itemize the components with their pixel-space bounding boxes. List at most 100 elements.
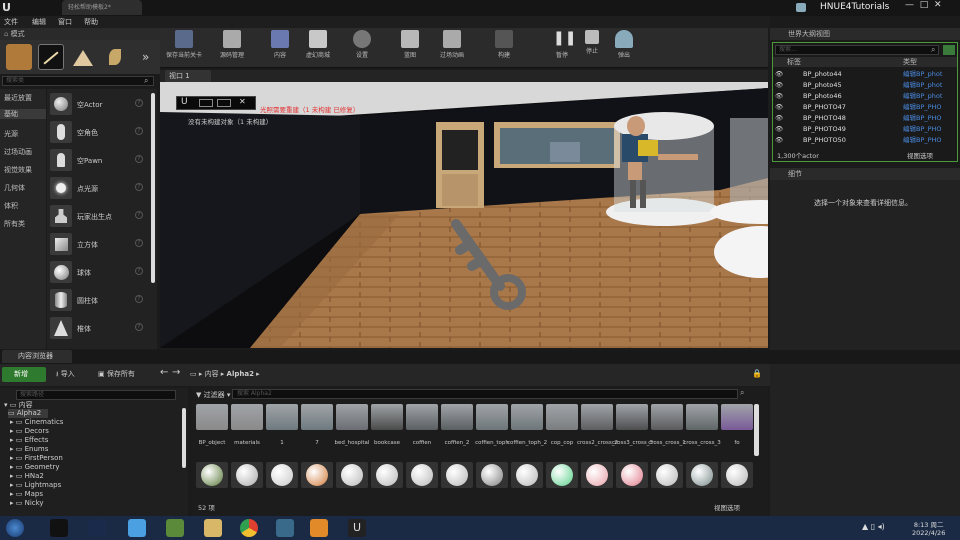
mesh-asset[interactable] <box>721 404 753 430</box>
mesh-asset[interactable] <box>266 404 298 430</box>
column-label[interactable]: 标签 <box>787 57 801 67</box>
outliner-row[interactable]: 👁 BP_photo44 编辑BP_phot <box>775 69 955 80</box>
folder-app-icon[interactable] <box>128 519 146 537</box>
place-mode-icon[interactable] <box>6 44 32 70</box>
material-asset[interactable] <box>336 462 368 488</box>
marketplace-button[interactable]: 虚幻商城 <box>294 30 342 66</box>
outliner-view-options[interactable]: 视图选项 <box>907 150 933 160</box>
breadcrumb-content[interactable]: 内容 <box>205 370 219 378</box>
folder-item[interactable]: ▸ ▭ Maps <box>10 490 43 499</box>
material-asset[interactable] <box>511 462 543 488</box>
audio-app-icon[interactable] <box>310 519 328 537</box>
help-icon[interactable]: ? <box>135 211 143 219</box>
category-recent[interactable]: 最近放置 <box>4 93 32 103</box>
material-asset[interactable] <box>616 462 648 488</box>
mesh-asset[interactable] <box>406 404 438 430</box>
steam-icon[interactable] <box>88 519 106 537</box>
menu-file[interactable]: 文件 <box>4 17 18 27</box>
help-icon[interactable]: ? <box>135 239 143 247</box>
close-icon[interactable]: ✕ <box>934 0 942 10</box>
place-list-scrollbar[interactable] <box>151 93 155 283</box>
place-item-cube[interactable]: 立方体? <box>47 231 149 257</box>
place-item-player-start[interactable]: 玩家出生点? <box>47 203 149 229</box>
breadcrumb-alpha2[interactable]: Alpha2 <box>227 370 254 378</box>
material-asset[interactable] <box>231 462 263 488</box>
mesh-asset[interactable] <box>301 404 333 430</box>
category-geometry[interactable]: 几何体 <box>4 183 25 193</box>
source-control-icon[interactable] <box>796 3 806 12</box>
place-item-empty-actor[interactable]: 空Actor? <box>47 91 149 117</box>
mesh-asset[interactable] <box>686 404 718 430</box>
start-button[interactable] <box>6 519 24 537</box>
material-asset[interactable] <box>406 462 438 488</box>
help-icon[interactable]: ? <box>135 183 143 191</box>
material-asset[interactable] <box>196 462 228 488</box>
place-item-empty-pawn[interactable]: 空Pawn? <box>47 147 149 173</box>
mesh-asset[interactable] <box>476 404 508 430</box>
material-asset[interactable] <box>651 462 683 488</box>
place-item-sphere[interactable]: 球体? <box>47 259 149 285</box>
material-asset[interactable] <box>581 462 613 488</box>
help-icon[interactable]: ? <box>135 99 143 107</box>
folder-asset[interactable] <box>196 404 228 430</box>
save-level-button[interactable]: 保存当前关卡 <box>160 30 208 66</box>
level-viewport[interactable]: U ✕ 光照需要重建（1 未构建 已修复） 没有未构建对象（1 未构建） <box>160 82 768 348</box>
blueprints-button[interactable]: 蓝图 <box>386 30 434 66</box>
maximize-icon[interactable]: □ <box>920 0 929 10</box>
category-visual-effects[interactable]: 视觉效果 <box>4 165 32 175</box>
outliner-row[interactable]: 👁 BP_PHOTO49 编辑BP_PHO <box>775 124 955 135</box>
cinematics-button[interactable]: 过场动画 <box>428 30 476 66</box>
outliner-row[interactable]: 👁 BP_PHOTO50 编辑BP_PHO <box>775 135 955 146</box>
minecraft-icon[interactable] <box>166 519 184 537</box>
mesh-asset[interactable] <box>546 404 578 430</box>
close-icon[interactable]: ✕ <box>239 97 246 106</box>
tab-viewport[interactable]: 视口 1 <box>165 70 211 82</box>
minimize-icon[interactable]: — <box>905 0 914 10</box>
category-volumes[interactable]: 体积 <box>4 201 18 211</box>
qq-icon[interactable] <box>50 519 68 537</box>
menu-help[interactable]: 帮助 <box>84 17 98 27</box>
mesh-asset[interactable] <box>336 404 368 430</box>
foliage-mode-icon[interactable] <box>102 44 128 70</box>
asset-search-input[interactable]: 搜索 Alpha2 <box>232 389 738 399</box>
category-lights[interactable]: 光源 <box>4 129 18 139</box>
tray-icons[interactable]: ▲ ▯ ◂) <box>862 522 885 531</box>
restore-icon[interactable] <box>217 99 231 107</box>
eject-button[interactable]: 弹出 <box>600 30 648 66</box>
import-button[interactable]: ⭳ 导入 <box>56 369 75 381</box>
material-asset[interactable] <box>441 462 473 488</box>
material-asset[interactable] <box>721 462 753 488</box>
folder-item[interactable]: ▸ ▭ Nicky <box>10 499 44 508</box>
help-icon[interactable]: ? <box>135 267 143 275</box>
material-asset[interactable] <box>371 462 403 488</box>
folder-item[interactable]: ▸ ▭ HNa2 <box>10 472 44 481</box>
lock-icon[interactable]: 🔒 <box>752 369 762 378</box>
build-button[interactable]: 构建 <box>480 30 528 66</box>
settings-button[interactable]: 设置 <box>338 30 386 66</box>
forward-icon[interactable]: → <box>172 367 180 378</box>
menu-edit[interactable]: 编辑 <box>32 17 46 27</box>
outliner-row[interactable]: 👁 BP_PHOTO47 编辑BP_PHO <box>775 102 955 113</box>
asset-scrollbar[interactable] <box>754 404 759 456</box>
help-icon[interactable]: ? <box>135 323 143 331</box>
material-asset[interactable] <box>266 462 298 488</box>
mesh-asset[interactable] <box>651 404 683 430</box>
add-new-button[interactable]: 新增 <box>2 367 46 382</box>
folder-item[interactable]: ▸ ▭ Enums <box>10 445 48 454</box>
minimize-icon[interactable] <box>199 99 213 107</box>
outliner-row[interactable]: 👁 BP_photo46 编辑BP_phot <box>775 91 955 102</box>
folder-item[interactable]: ▭ Alpha2 <box>8 409 48 418</box>
asset-view-options[interactable]: 视图选项 <box>714 502 740 512</box>
place-item-point-light[interactable]: 点光源? <box>47 175 149 201</box>
outliner-row[interactable]: 👁 BP_PHOTO48 编辑BP_PHO <box>775 113 955 124</box>
place-item-empty-character[interactable]: 空角色? <box>47 119 149 145</box>
folder-item[interactable]: ▸ ▭ Geometry <box>10 463 59 472</box>
help-icon[interactable]: ? <box>135 127 143 135</box>
folder-asset[interactable] <box>231 404 263 430</box>
folder-item[interactable]: ▸ ▭ Cinematics <box>10 418 63 427</box>
mesh-asset[interactable] <box>371 404 403 430</box>
folder-item[interactable]: ▸ ▭ Effects <box>10 436 48 445</box>
menu-window[interactable]: 窗口 <box>58 17 72 27</box>
category-all-classes[interactable]: 所有类 <box>4 219 25 229</box>
chrome-icon[interactable] <box>240 519 258 537</box>
